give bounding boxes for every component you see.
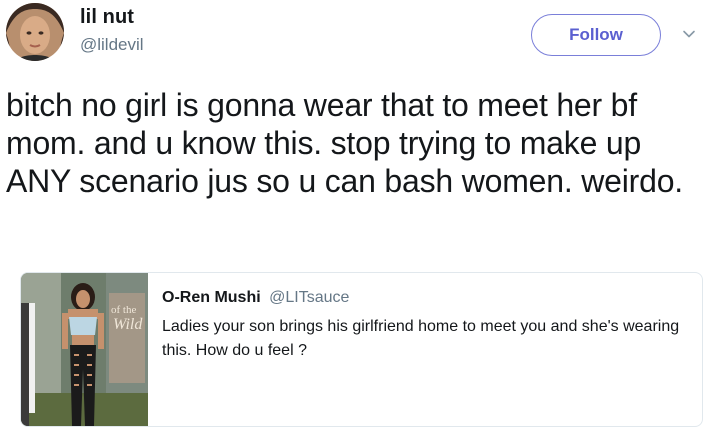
quoted-tweet-photo: of the Wild	[21, 273, 148, 426]
tweet-text: bitch no girl is gonna wear that to meet…	[6, 87, 683, 199]
quoted-tweet-media[interactable]: of the Wild	[21, 273, 148, 426]
tweet: lil nut @lildevil Follow bitch no girl i…	[0, 0, 711, 434]
quoted-author-name[interactable]: O-Ren Mushi	[162, 289, 261, 306]
quoted-tweet-card[interactable]: of the Wild O-Ren Mushi @LITsauce Ladies…	[20, 272, 703, 427]
author-name[interactable]: lil nut	[80, 6, 134, 29]
quoted-tweet-text: Ladies your son brings his girlfriend ho…	[162, 318, 680, 359]
svg-text:of the: of the	[111, 304, 136, 316]
follow-button[interactable]: Follow	[531, 14, 661, 56]
svg-text:Wild: Wild	[113, 316, 143, 333]
avatar[interactable]	[6, 3, 64, 61]
author-handle[interactable]: @lildevil	[80, 35, 144, 55]
chevron-down-icon[interactable]	[681, 26, 697, 42]
avatar-image	[6, 3, 64, 61]
quoted-tweet-header: O-Ren Mushi @LITsauce	[162, 289, 349, 307]
quoted-author-handle[interactable]: @LITsauce	[269, 289, 349, 306]
